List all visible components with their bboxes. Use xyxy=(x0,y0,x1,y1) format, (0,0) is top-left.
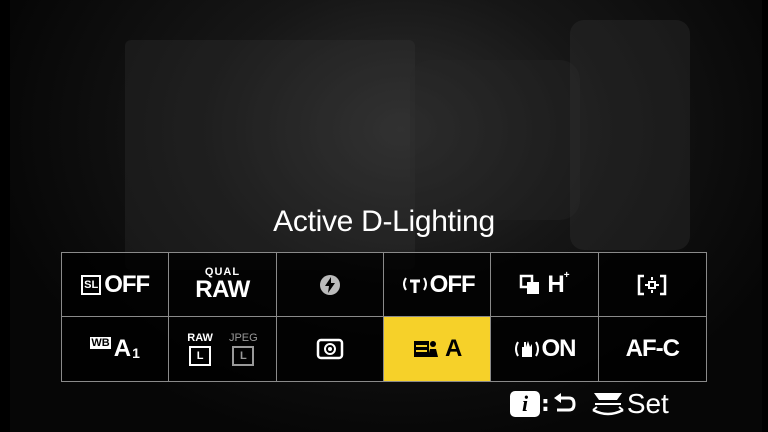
active-d-lighting-cell[interactable]: A xyxy=(384,317,492,381)
jpeg-size-value: L xyxy=(232,346,255,366)
scene-shape xyxy=(410,60,580,220)
af-area-mode-cell[interactable] xyxy=(598,253,706,317)
release-mode-plus: + xyxy=(563,270,570,281)
vibration-reduction-value: ON xyxy=(541,335,576,362)
image-quality-value: RAW xyxy=(195,276,250,303)
wireless-cell[interactable]: OFF xyxy=(384,253,492,317)
focus-mode-value: AF-C xyxy=(625,335,680,362)
focus-mode-cell[interactable]: AF-C xyxy=(599,317,706,381)
picture-control-value: OFF xyxy=(104,270,150,298)
selected-setting-title: Active D-Lighting xyxy=(273,205,495,238)
vibration-reduction-icon xyxy=(515,341,540,357)
picture-control-icon: SL xyxy=(81,274,102,295)
metering-cell[interactable] xyxy=(277,317,384,381)
i-menu-grid: SL OFF QUAL RAW OFF H + WB A 1 RAW L JPE… xyxy=(61,252,707,382)
active-d-lighting-value: A xyxy=(444,335,462,362)
white-balance-cell[interactable]: WB A 1 xyxy=(62,317,170,381)
white-balance-value: A xyxy=(113,335,132,362)
wireless-value: OFF xyxy=(429,270,476,298)
continuous-shooting-icon xyxy=(520,274,540,294)
i-button-icon[interactable]: i xyxy=(510,391,540,417)
jpeg-size-label: JPEG xyxy=(228,332,258,344)
white-balance-icon: WB xyxy=(90,337,111,349)
vibration-reduction-cell[interactable]: ON xyxy=(491,317,599,381)
white-balance-sub: 1 xyxy=(132,345,140,361)
flash-mode-cell[interactable] xyxy=(276,253,384,317)
release-mode-cell[interactable]: H + xyxy=(491,253,599,317)
raw-size-value: L xyxy=(189,346,212,366)
flash-mode-icon xyxy=(319,274,340,295)
wireless-icon xyxy=(402,276,427,293)
raw-size-label: RAW xyxy=(187,332,213,344)
af-area-mode-icon xyxy=(638,274,667,295)
set-label: Set xyxy=(626,388,669,419)
image-size-cell[interactable]: RAW L JPEG L xyxy=(169,317,277,381)
separator-colon: : xyxy=(541,391,550,417)
return-icon xyxy=(553,393,576,412)
active-d-lighting-icon xyxy=(413,341,438,357)
image-quality-cell[interactable]: QUAL RAW xyxy=(169,253,277,317)
sub-command-dial-icon xyxy=(592,393,624,416)
release-mode-value: H xyxy=(547,270,564,298)
metering-icon xyxy=(316,338,344,360)
picture-control-cell[interactable]: SL OFF xyxy=(62,253,170,317)
button-guide: i : Set xyxy=(504,386,669,422)
